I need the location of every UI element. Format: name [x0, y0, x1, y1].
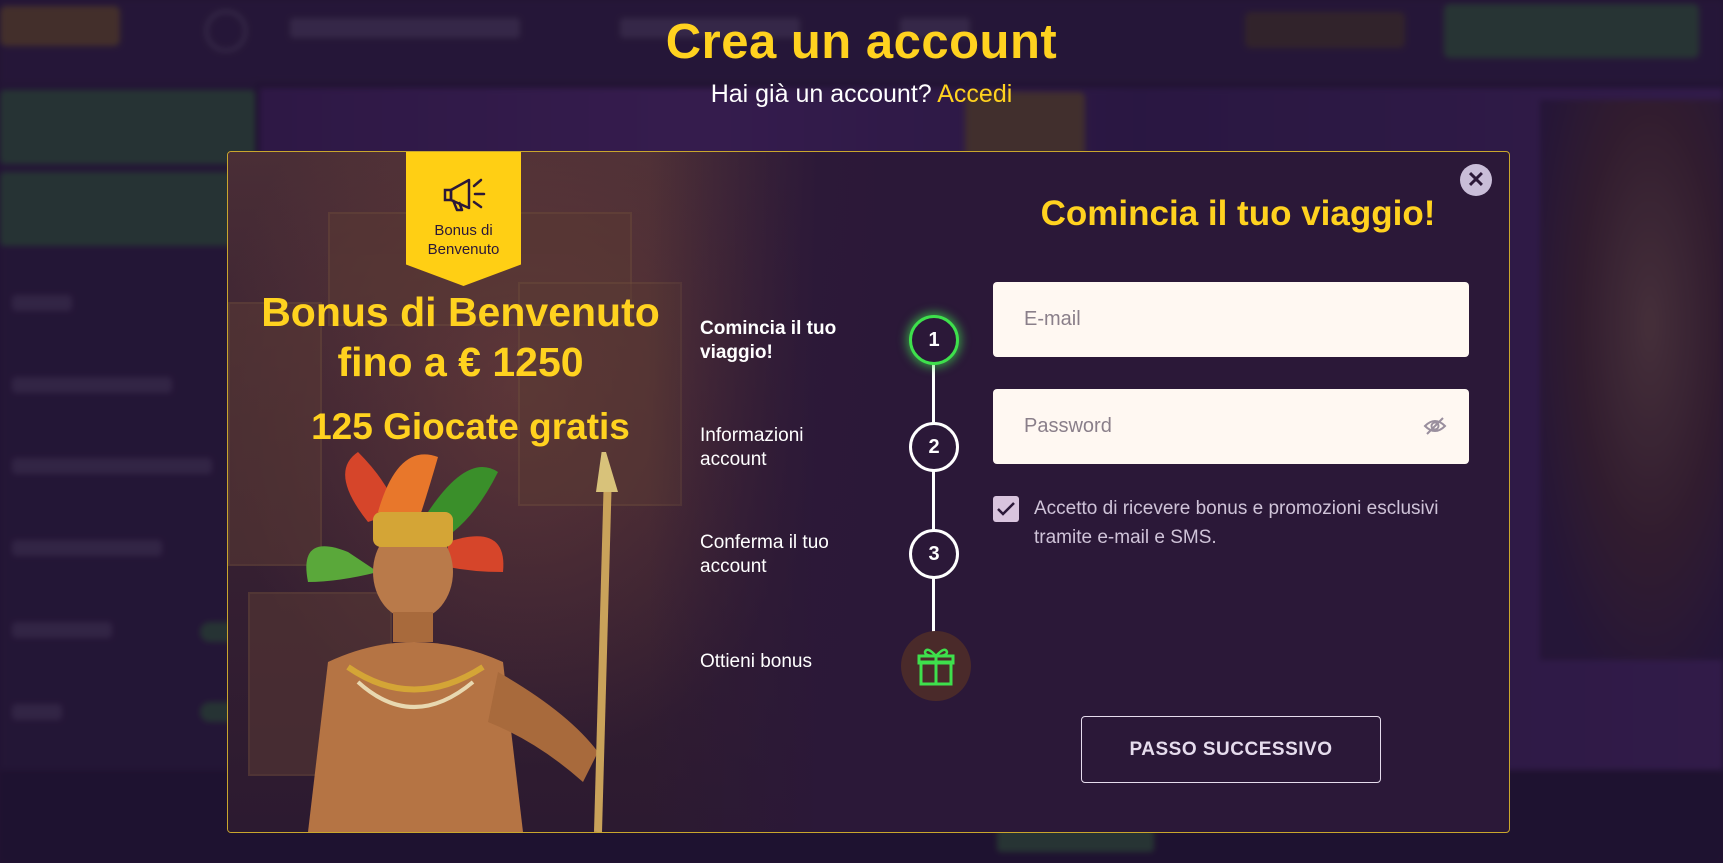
checkmark-icon	[997, 502, 1015, 516]
show-password-icon[interactable]	[1423, 415, 1447, 437]
password-field-container	[993, 389, 1469, 464]
step-indicator-4	[901, 631, 971, 701]
welcome-bonus-badge: Bonus di Benvenuto	[406, 152, 521, 286]
email-input[interactable]	[993, 282, 1469, 357]
login-prompt: Hai già un account? Accedi	[0, 80, 1723, 109]
free-plays-text: 125 Giocate gratis	[311, 406, 630, 447]
gift-icon	[917, 648, 955, 686]
form-title: Comincia il tuo viaggio!	[1040, 194, 1436, 233]
email-field-container	[993, 282, 1469, 357]
step-label-3: Conferma il tuo account	[700, 532, 829, 577]
bonus-headline-line2: fino a € 1250	[337, 339, 584, 385]
promo-gradient-overlay	[648, 152, 888, 832]
step-indicator-1: 1	[909, 315, 959, 365]
password-input[interactable]	[993, 389, 1469, 464]
step-label-1: Comincia il tuo viaggio!	[700, 318, 837, 363]
aztec-warrior-illustration	[306, 452, 618, 832]
promo-panel: Bonus di Benvenuto Bonus di Benvenuto fi…	[228, 152, 888, 832]
close-button[interactable]: ✕	[1460, 164, 1492, 196]
badge-label-line1: Bonus di	[434, 222, 493, 239]
bonus-headline-line1: Bonus di Benvenuto	[261, 289, 660, 335]
step-label-4: Ottieni bonus	[700, 651, 812, 672]
step-indicator-2: 2	[909, 422, 959, 472]
close-icon[interactable]: ✕	[1467, 167, 1485, 192]
login-prompt-text: Hai già un account?	[710, 80, 932, 108]
step-connector	[932, 462, 935, 530]
next-step-button[interactable]: PASSO SUCCESSIVO	[1081, 716, 1381, 783]
badge-label-line2: Benvenuto	[427, 241, 500, 258]
step-label-2: Informazioni account	[700, 425, 804, 470]
page-title: Crea un account	[665, 15, 1058, 69]
login-link[interactable]: Accedi	[937, 80, 1012, 108]
step-indicator-3: 3	[909, 529, 959, 579]
consent-checkbox[interactable]	[993, 496, 1019, 522]
consent-label[interactable]: Accetto di ricevere bonus e promozioni e…	[1034, 494, 1464, 552]
signup-modal: Bonus di Benvenuto Bonus di Benvenuto fi…	[227, 151, 1510, 833]
megaphone-icon	[443, 178, 485, 212]
badge-label: Bonus di Benvenuto	[406, 221, 521, 259]
step-connector	[932, 357, 935, 425]
